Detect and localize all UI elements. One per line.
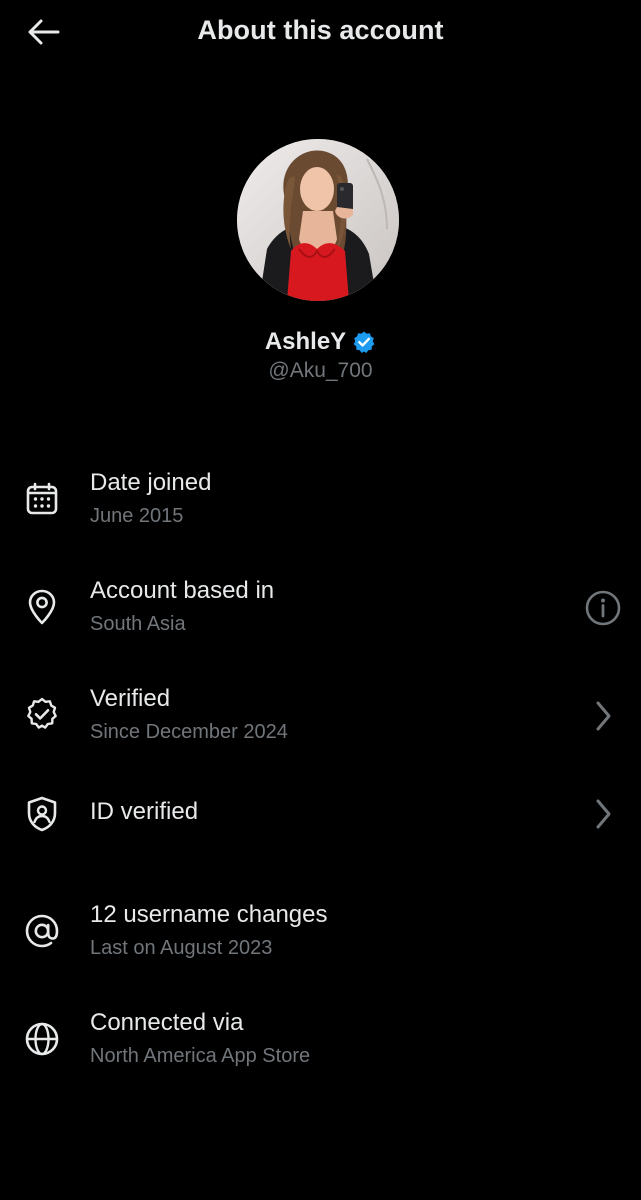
globe-icon (22, 1019, 62, 1059)
verified-check-icon (22, 695, 62, 735)
row-connected-via: Connected via North America App Store (0, 986, 641, 1094)
row-username-changes: 12 username changes Last on August 2023 (0, 878, 641, 986)
row-title: Connected via (90, 1009, 244, 1036)
row-subtitle: Since December 2024 (90, 721, 288, 743)
row-title: Account based in (90, 577, 275, 604)
username-handle: @Aku_700 (268, 359, 373, 382)
name-row: AshleY (0, 328, 641, 356)
top-bar: About this account (0, 0, 641, 64)
calendar-icon (22, 479, 62, 519)
verified-badge-icon[interactable] (352, 330, 376, 354)
row-account-based-in: Account based in South Asia (0, 554, 641, 662)
account-info-list: Date joined June 2015 Account based in S… (0, 446, 641, 1094)
row-subtitle: North America App Store (90, 1045, 311, 1067)
chevron-right-icon[interactable] (583, 696, 623, 736)
row-title: Verified (90, 685, 171, 712)
display-name: AshleY (264, 328, 347, 355)
id-shield-icon (22, 794, 62, 834)
profile-photo (237, 139, 399, 301)
row-subtitle: June 2015 (90, 505, 184, 527)
chevron-right-icon[interactable] (583, 794, 623, 834)
row-title: ID verified (90, 798, 199, 825)
page-title: About this account (197, 15, 444, 45)
row-verified[interactable]: Verified Since December 2024 (0, 662, 641, 770)
row-subtitle: Last on August 2023 (90, 937, 273, 959)
row-date-joined: Date joined June 2015 (0, 446, 641, 554)
info-button[interactable] (583, 588, 623, 628)
row-id-verified[interactable]: ID verified (0, 770, 641, 878)
row-subtitle: South Asia (90, 613, 186, 635)
at-sign-icon (22, 911, 62, 951)
avatar[interactable] (237, 139, 399, 301)
row-title: 12 username changes (90, 901, 328, 928)
row-title: Date joined (90, 469, 212, 496)
info-icon (585, 590, 621, 626)
location-pin-icon (22, 587, 62, 627)
